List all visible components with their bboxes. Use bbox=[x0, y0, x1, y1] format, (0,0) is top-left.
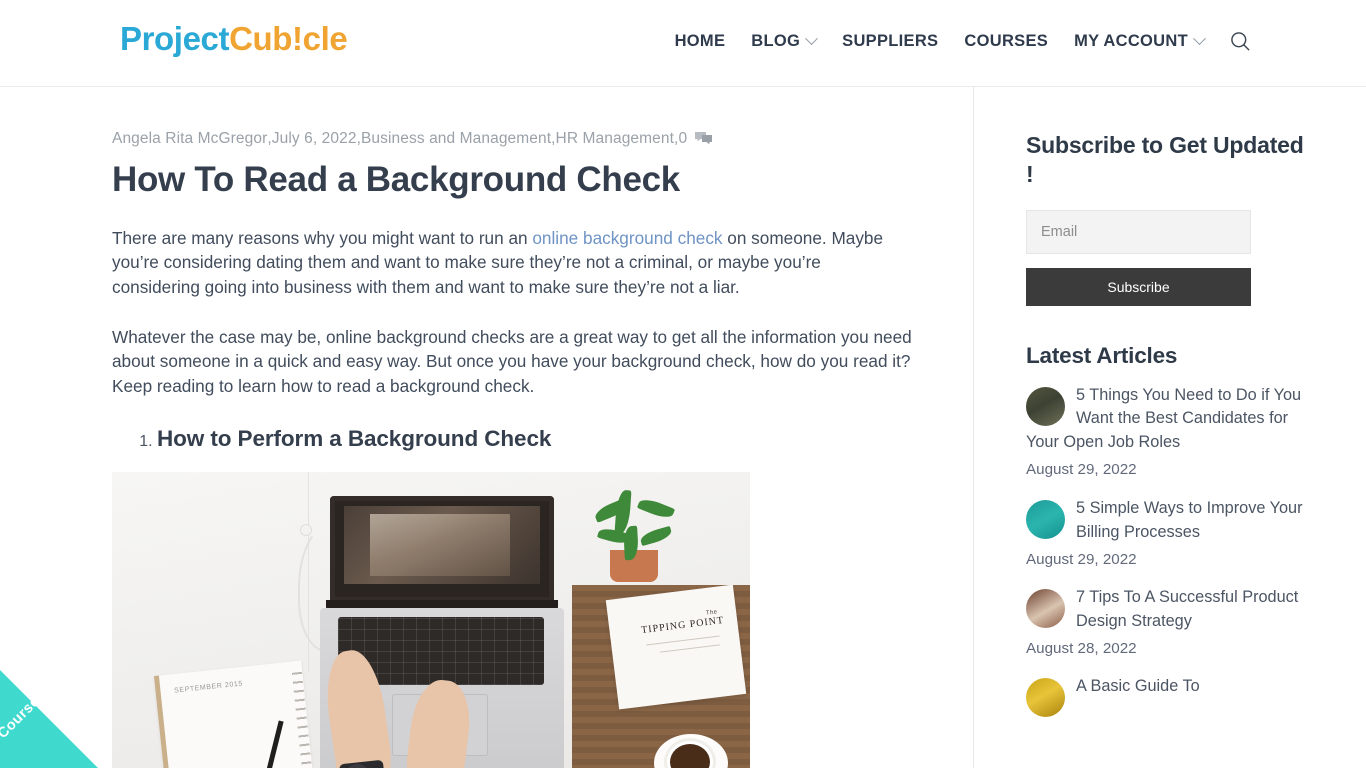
courses-corner-ribbon[interactable]: Courses bbox=[0, 670, 98, 768]
search-icon[interactable] bbox=[1229, 30, 1251, 52]
article-title-link[interactable]: 7 Tips To A Successful Product Design St… bbox=[1076, 588, 1298, 630]
nav-label-my-account: MY ACCOUNT bbox=[1074, 31, 1188, 50]
page-body: Angela Rita McGregor, July 6, 2022, Busi… bbox=[0, 87, 1366, 768]
subscribe-button[interactable]: Subscribe bbox=[1026, 267, 1251, 306]
image-book bbox=[605, 584, 747, 710]
main-navigation: HOME BLOG SUPPLIERS COURSES MY ACCOUNT bbox=[675, 30, 1251, 52]
nav-label-courses: COURSES bbox=[964, 31, 1049, 50]
nav-item-courses[interactable]: COURSES bbox=[951, 32, 1061, 51]
paragraph-1-text-before: There are many reasons why you might wan… bbox=[112, 227, 533, 248]
logo-text-cubicle: Cub!cle bbox=[229, 20, 348, 57]
list-item: How to Perform a Background Check bbox=[157, 426, 913, 452]
online-background-check-link[interactable]: online background check bbox=[532, 228, 722, 248]
image-plant-leaves bbox=[590, 489, 682, 562]
featured-image-desk-laptop: SEPTEMBER 2015 The TIPPING POINT bbox=[112, 472, 750, 768]
nav-item-blog[interactable]: BLOG bbox=[738, 32, 829, 51]
chevron-down-icon bbox=[1193, 31, 1206, 45]
post-paragraph-2: Whatever the case may be, online backgro… bbox=[112, 327, 912, 396]
article-title-link[interactable]: 5 Simple Ways to Improve Your Billing Pr… bbox=[1076, 499, 1303, 541]
article-thumbnail[interactable] bbox=[1026, 499, 1065, 539]
list-item: 5 Things You Need to Do if You Want the … bbox=[1026, 384, 1314, 482]
subscribe-widget-title: Subscribe to Get Updated ! bbox=[1026, 132, 1304, 187]
post-category-hr-management[interactable]: HR Management bbox=[556, 131, 674, 147]
article-thumbnail[interactable] bbox=[1026, 588, 1065, 628]
nav-item-home[interactable]: HOME bbox=[675, 32, 739, 51]
comment-count[interactable]: 0 bbox=[678, 131, 687, 147]
article-thumbnail[interactable] bbox=[1026, 386, 1065, 426]
article-title-link[interactable]: A Basic Guide To bbox=[1076, 677, 1200, 695]
list-item: 5 Simple Ways to Improve Your Billing Pr… bbox=[1026, 497, 1314, 571]
post-date: July 6, 2022 bbox=[271, 130, 357, 147]
page-title: How To Read a Background Check bbox=[112, 159, 680, 199]
post-content-column: Angela Rita McGregor, July 6, 2022, Busi… bbox=[0, 87, 974, 768]
post-ordered-list: How to Perform a Background Check bbox=[112, 426, 913, 452]
email-field[interactable] bbox=[1026, 209, 1251, 254]
article-date: August 29, 2022 bbox=[1026, 550, 1137, 568]
nav-label-home: HOME bbox=[674, 31, 726, 50]
chevron-down-icon bbox=[805, 31, 819, 45]
post-paragraph-1: There are many reasons why you might wan… bbox=[112, 226, 912, 299]
comment-bubbles-icon bbox=[694, 131, 713, 146]
article-date: August 28, 2022 bbox=[1026, 639, 1137, 657]
nav-label-blog: BLOG bbox=[751, 31, 801, 50]
nav-label-suppliers: SUPPLIERS bbox=[842, 31, 939, 50]
site-logo[interactable]: ProjectCub!cle bbox=[120, 20, 348, 58]
subscribe-widget: Subscribe to Get Updated ! Subscribe bbox=[1026, 131, 1314, 306]
sidebar: Subscribe to Get Updated ! Subscribe Lat… bbox=[974, 87, 1366, 768]
article-thumbnail[interactable] bbox=[1026, 678, 1065, 718]
latest-articles-widget: Latest Articles 5 Things You Need to Do … bbox=[1026, 342, 1314, 718]
logo-text-project: Project bbox=[120, 20, 230, 57]
post-meta: Angela Rita McGregor, July 6, 2022, Busi… bbox=[112, 131, 913, 147]
nav-item-my-account[interactable]: MY ACCOUNT bbox=[1061, 32, 1217, 51]
list-item: 7 Tips To A Successful Product Design St… bbox=[1026, 586, 1314, 660]
latest-articles-title: Latest Articles bbox=[1026, 342, 1178, 368]
list-item: A Basic Guide To bbox=[1026, 675, 1314, 718]
article-date: August 29, 2022 bbox=[1026, 461, 1137, 479]
post-author[interactable]: Angela Rita McGregor bbox=[112, 131, 267, 147]
image-screen-content bbox=[370, 514, 510, 577]
image-notebook bbox=[153, 660, 315, 768]
article-title-link[interactable]: 5 Things You Need to Do if You Want the … bbox=[1026, 386, 1301, 452]
site-header: ProjectCub!cle HOME BLOG SUPPLIERS COURS… bbox=[0, 0, 1366, 87]
heading-how-to-perform-a-background-check: How to Perform a Background Check bbox=[157, 426, 552, 452]
post-category-business-and-management[interactable]: Business and Management bbox=[361, 131, 551, 147]
nav-item-suppliers[interactable]: SUPPLIERS bbox=[829, 32, 951, 51]
